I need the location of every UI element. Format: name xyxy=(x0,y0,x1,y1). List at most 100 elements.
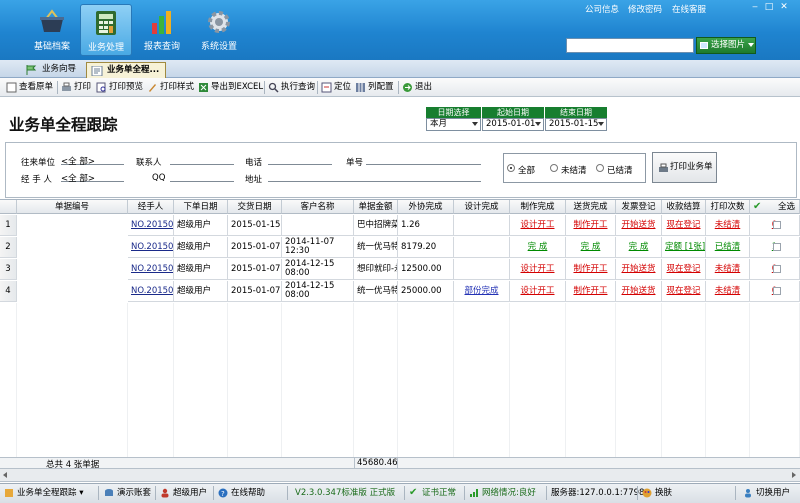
exit-button[interactable]: 退出 xyxy=(402,80,432,95)
grid-column-header[interactable]: 单据金额 xyxy=(354,200,398,214)
company-info-link[interactable]: 公司信息 xyxy=(585,3,619,15)
cell-make[interactable]: 完 成 xyxy=(566,237,616,258)
phone-field[interactable] xyxy=(268,155,332,165)
export-excel-button[interactable]: 导出到EXCEL xyxy=(198,80,263,95)
cell-outsource[interactable] xyxy=(454,259,510,280)
nav-business[interactable]: 业务处理 xyxy=(80,4,132,56)
cell-ship-text[interactable]: 完 成 xyxy=(629,242,649,252)
switch-user-button[interactable]: 切换用户 xyxy=(743,487,790,499)
status-module[interactable]: 业务单全程跟踪 ▾ xyxy=(4,487,83,499)
cell-doc-text[interactable]: NO.201501070002 xyxy=(131,264,173,274)
grid-column-header[interactable]: 下单日期 xyxy=(174,200,228,214)
cell-ship-text[interactable]: 开始送货 xyxy=(621,264,655,274)
row-number[interactable]: 3 xyxy=(0,259,17,280)
row-checkbox[interactable] xyxy=(773,220,781,229)
print-business-doc-button[interactable]: 打印业务单 xyxy=(652,152,717,183)
row-checkbox-cell[interactable] xyxy=(750,259,800,280)
period-select[interactable]: 本月 xyxy=(426,118,481,131)
row-checkbox[interactable] xyxy=(773,264,781,273)
cell-invoice-text[interactable]: 现在登记 xyxy=(666,264,700,274)
cell-payment-text[interactable]: 未结清 xyxy=(715,264,741,274)
grid-column-header[interactable]: 单据编号 xyxy=(17,200,128,214)
cell-make[interactable]: 制作开工 xyxy=(566,281,616,302)
grid-column-header[interactable]: 打印次数 xyxy=(706,200,750,214)
cell-doc[interactable]: NO.201501070002 xyxy=(128,259,174,280)
cell-design-text[interactable]: 完 成 xyxy=(528,242,548,252)
cell-payment-text[interactable]: 未结清 xyxy=(715,220,741,230)
row-checkbox-cell[interactable] xyxy=(750,281,800,302)
cell-make[interactable]: 制作开工 xyxy=(566,259,616,280)
row-number[interactable]: 4 xyxy=(0,281,17,302)
skin-button[interactable]: 换肤 xyxy=(642,487,672,499)
cell-ship-text[interactable]: 开始送货 xyxy=(621,286,655,296)
cell-invoice[interactable]: 现在登记 xyxy=(662,281,706,302)
cell-payment[interactable]: 未结清 xyxy=(706,215,750,236)
search-input[interactable] xyxy=(566,38,694,53)
cell-outsource[interactable] xyxy=(454,215,510,236)
cell-design-text[interactable]: 设计开工 xyxy=(520,264,554,274)
cell-design-text[interactable]: 设计开工 xyxy=(520,220,554,230)
cell-payment-text[interactable]: 未结清 xyxy=(715,286,741,296)
change-password-link[interactable]: 修改密码 xyxy=(628,3,662,15)
cell-design[interactable]: 设计开工 xyxy=(510,281,566,302)
cell-ship-text[interactable]: 开始送货 xyxy=(621,220,655,230)
grid-column-header[interactable]: 外协完成 xyxy=(398,200,454,214)
cell-invoice[interactable]: 现在登记 xyxy=(662,215,706,236)
cell-ship[interactable]: 开始送货 xyxy=(616,259,662,280)
column-config-button[interactable]: 列配置 xyxy=(355,80,394,95)
cell-invoice[interactable]: 现在登记 xyxy=(662,259,706,280)
print-button[interactable]: 打印 xyxy=(61,80,91,95)
radio-settled[interactable]: 已结清 xyxy=(596,164,633,176)
handler-field[interactable]: <全 部> xyxy=(61,172,124,184)
cell-doc-text[interactable]: NO.201501070001 xyxy=(131,286,173,296)
cell-doc[interactable]: NO.201501070001 xyxy=(128,281,174,302)
cell-ship[interactable]: 开始送货 xyxy=(616,281,662,302)
cell-make-text[interactable]: 制作开工 xyxy=(573,286,607,296)
checkmark-icon[interactable]: ✔ xyxy=(753,201,761,213)
cell-design[interactable]: 设计开工 xyxy=(510,259,566,280)
chevron-down-icon[interactable] xyxy=(748,43,754,47)
start-date-picker[interactable]: 2015-01-01 xyxy=(482,118,544,131)
cell-payment[interactable]: 已结清 xyxy=(706,237,750,258)
end-date-picker[interactable]: 2015-01-15 xyxy=(545,118,607,131)
cell-payment[interactable]: 未结清 xyxy=(706,281,750,302)
grid-column-header[interactable]: 送货完成 xyxy=(566,200,616,214)
nav-reports[interactable]: 报表查询 xyxy=(136,4,188,56)
address-field[interactable] xyxy=(268,172,481,182)
cell-design[interactable]: 设计开工 xyxy=(510,215,566,236)
grid-column-header[interactable]: 交货日期 xyxy=(228,200,282,214)
row-checkbox-cell[interactable] xyxy=(750,215,800,236)
cell-make-text[interactable]: 制作开工 xyxy=(573,220,607,230)
grid-column-header[interactable]: 制作完成 xyxy=(510,200,566,214)
cell-doc-text[interactable]: NO.201501070003 xyxy=(131,242,173,252)
view-original-button[interactable]: 查看原单 xyxy=(6,80,53,95)
cell-doc[interactable]: NO.201501070003 xyxy=(128,237,174,258)
locate-button[interactable]: 定位 xyxy=(321,80,351,95)
horizontal-scrollbar[interactable] xyxy=(0,469,800,482)
cell-ship[interactable]: 开始送货 xyxy=(616,215,662,236)
tab-business-tracking[interactable]: 业务单全程... xyxy=(86,62,167,78)
online-service-link[interactable]: 在线客服 xyxy=(672,3,706,15)
tab-business-guide[interactable]: 业务向导 xyxy=(22,62,82,78)
maximize-icon[interactable]: □ xyxy=(763,2,775,13)
cell-ship[interactable]: 完 成 xyxy=(616,237,662,258)
contact-field[interactable] xyxy=(170,155,234,165)
print-style-button[interactable]: 打印样式 xyxy=(147,80,194,95)
cell-payment-text[interactable]: 已结清 xyxy=(715,242,741,252)
grid-column-header[interactable]: 收款结算 xyxy=(662,200,706,214)
nav-settings[interactable]: 系统设置 xyxy=(193,4,245,56)
cell-invoice-text[interactable]: 现在登记 xyxy=(666,220,700,230)
cell-doc-text[interactable]: NO.201501150001 xyxy=(131,220,173,230)
cell-outsource-text[interactable]: 部份完成 xyxy=(464,286,498,296)
row-number[interactable]: 1 xyxy=(0,215,17,236)
minimize-icon[interactable]: ‒ xyxy=(749,2,761,13)
cell-design[interactable]: 完 成 xyxy=(510,237,566,258)
pick-image-button[interactable]: 选择图片 xyxy=(696,37,756,54)
close-icon[interactable]: ✕ xyxy=(778,2,790,13)
cell-make-text[interactable]: 完 成 xyxy=(581,242,601,252)
scroll-right-icon[interactable] xyxy=(792,472,796,478)
doc-no-field[interactable] xyxy=(366,155,481,165)
row-checkbox[interactable] xyxy=(773,242,781,251)
nav-basic-files[interactable]: 基础档案 xyxy=(26,4,78,56)
grid-column-header[interactable]: 发票登记 xyxy=(616,200,662,214)
